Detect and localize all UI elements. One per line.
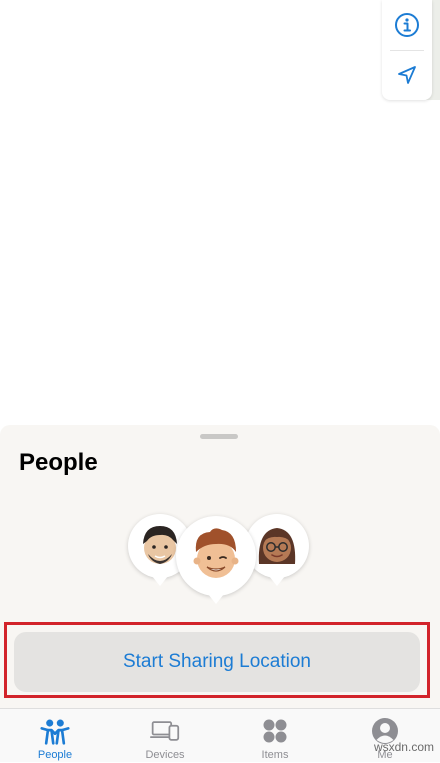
location-arrow-icon: [398, 66, 416, 84]
devices-icon: [150, 716, 180, 746]
sheet-title: People: [19, 449, 98, 476]
map-controls: [382, 0, 432, 100]
sheet-grabber[interactable]: [200, 434, 238, 439]
tab-me[interactable]: Me: [330, 709, 440, 763]
items-icon: [260, 716, 290, 746]
map-view[interactable]: [0, 0, 440, 425]
info-icon: [395, 13, 419, 37]
memoji-smiling-man: [176, 516, 256, 604]
watermark: wsxdn.com: [373, 740, 434, 754]
tab-people-label: People: [37, 749, 73, 761]
tab-devices-label: Devices: [145, 749, 185, 761]
people-icon: [40, 716, 70, 746]
tab-items-label: Items: [261, 749, 289, 761]
tab-people[interactable]: People: [0, 709, 110, 763]
info-button[interactable]: [382, 0, 432, 50]
start-sharing-location-button[interactable]: Start Sharing Location: [14, 632, 420, 692]
track-location-button[interactable]: [382, 50, 432, 100]
tab-devices[interactable]: Devices: [110, 709, 220, 763]
tab-items[interactable]: Items: [220, 709, 330, 763]
